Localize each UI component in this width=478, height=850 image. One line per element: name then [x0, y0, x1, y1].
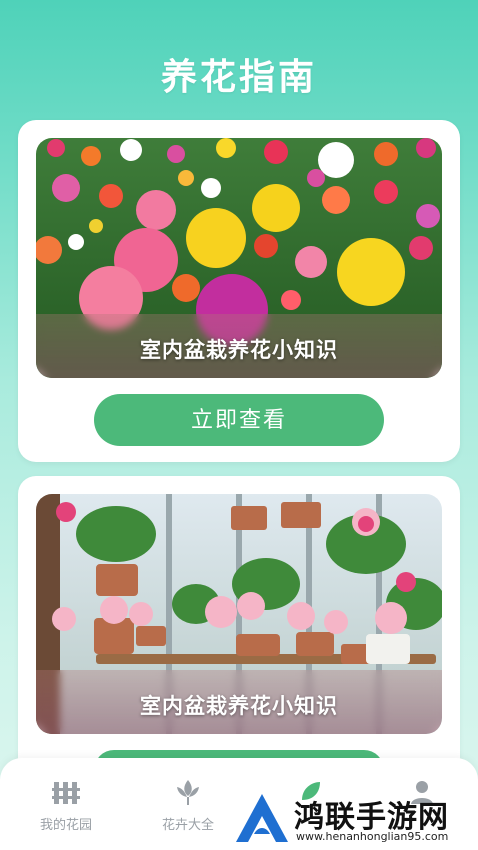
guide-card[interactable]: 室内盆栽养花小知识 立即查看 [18, 120, 460, 462]
garden-fence-icon [52, 782, 80, 804]
card-caption: 室内盆栽养花小知识 [140, 694, 338, 718]
potted-plants-image[interactable]: 室内盆栽养花小知识 [36, 494, 442, 734]
tab-flower-encyclopedia[interactable]: 花卉大全 [148, 776, 228, 833]
card-caption: 室内盆栽养花小知识 [140, 338, 338, 362]
watermark-logo-icon [236, 794, 288, 842]
tab-my-garden[interactable]: 我的花园 [26, 776, 106, 833]
watermark-url: www.henanhonglian95.com [296, 830, 449, 843]
flower-field-image[interactable]: 室内盆栽养花小知识 [36, 138, 442, 378]
tab-label: 我的花园 [39, 818, 92, 833]
lotus-icon [177, 780, 199, 805]
guide-card[interactable]: 室内盆栽养花小知识 [18, 476, 460, 790]
page-title: 养花指南 [160, 57, 317, 98]
view-now-button[interactable]: 立即查看 [94, 394, 384, 446]
site-watermark: 鸿联手游网 www.henanhonglian95.com [232, 784, 478, 848]
tab-label: 花卉大全 [161, 818, 214, 833]
